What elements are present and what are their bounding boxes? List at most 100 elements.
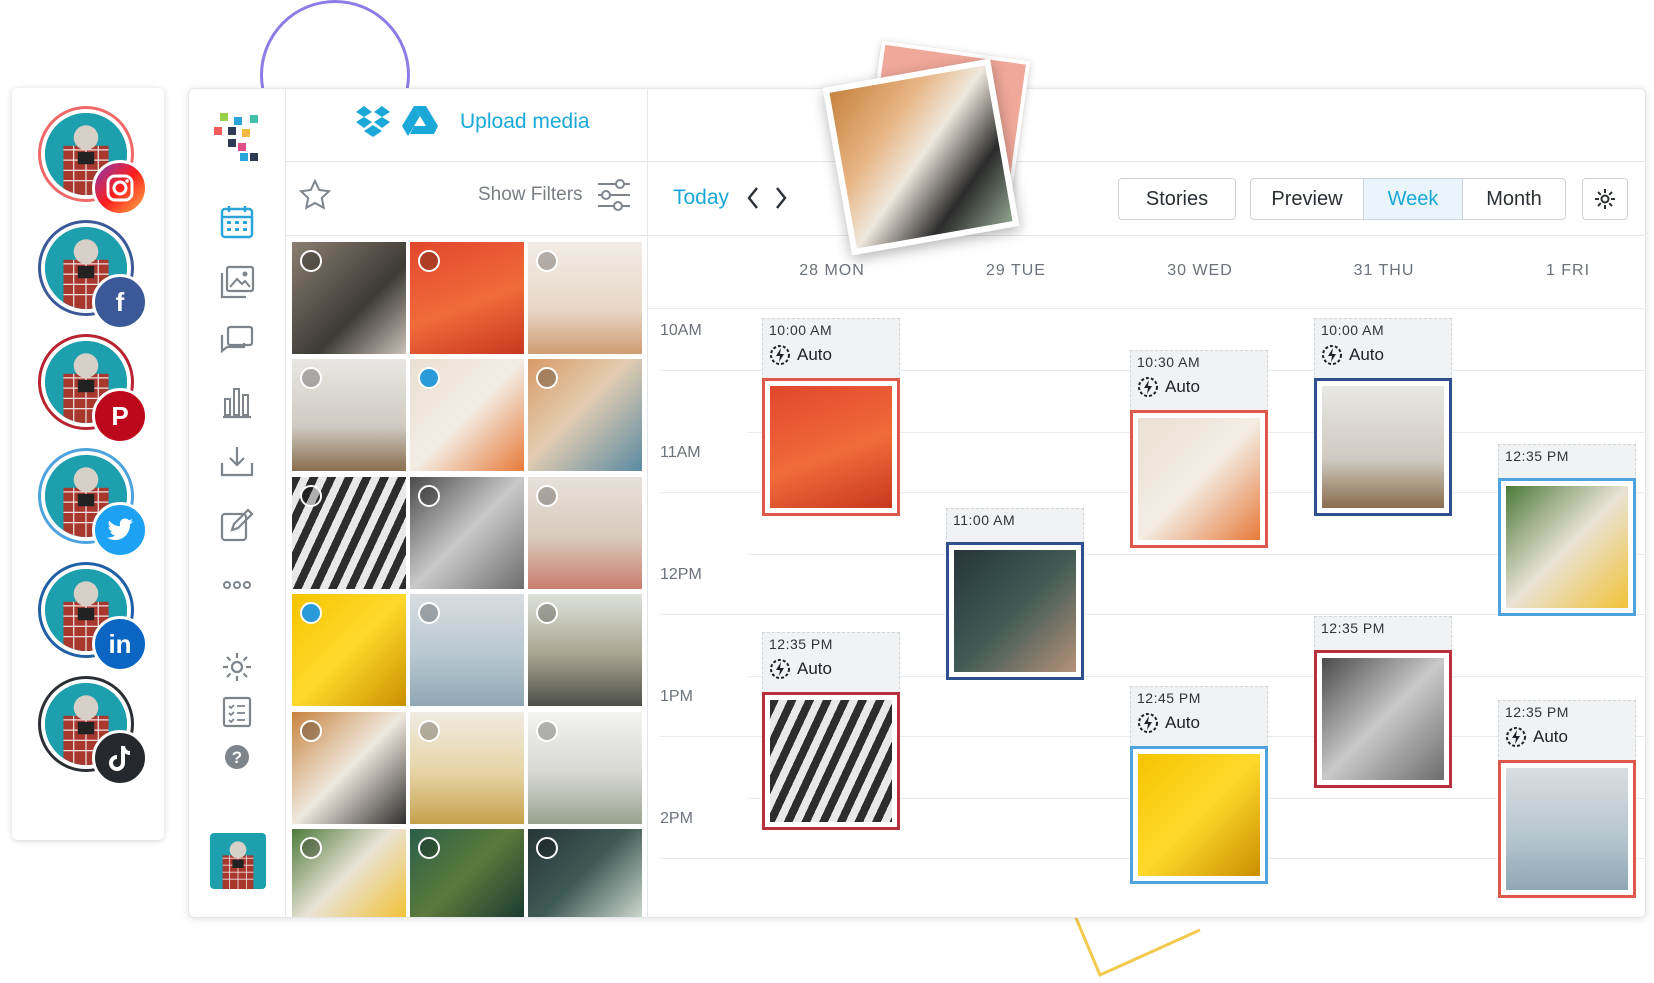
chevron-left-icon[interactable] [746,186,760,210]
media-thumbnail[interactable] [410,477,524,589]
user-avatar[interactable] [210,833,266,889]
scheduled-slot[interactable]: 12:35 PM Auto [1498,700,1636,762]
media-thumbnail[interactable] [528,594,642,706]
select-checkbox[interactable] [300,485,322,507]
dropbox-icon[interactable] [354,104,392,138]
post-image [1138,418,1260,540]
account-instagram[interactable] [38,106,148,216]
scheduled-post[interactable] [1498,478,1636,616]
select-checkbox[interactable] [536,720,558,742]
auto-publish-icon [1506,727,1526,747]
select-checkbox[interactable] [418,485,440,507]
auto-label: Auto [797,659,832,678]
analytics-icon[interactable] [218,383,256,421]
scheduled-post[interactable] [762,692,900,830]
media-library-icon[interactable] [218,263,256,301]
hour-label: 10AM [660,322,702,339]
media-thumbnail[interactable] [528,477,642,589]
calendar-settings-button[interactable] [1582,178,1628,220]
select-checkbox[interactable] [300,837,322,859]
scheduled-slot[interactable]: 10:00 AM Auto [1314,318,1452,380]
select-checkbox[interactable] [418,837,440,859]
auto-publish-icon [770,345,790,365]
scheduled-post[interactable] [1130,410,1268,548]
post-time: 12:35 PM [1321,620,1385,636]
media-thumbnail[interactable] [292,242,406,354]
upload-media-button[interactable]: Upload media [460,110,590,134]
media-thumbnail[interactable] [292,594,406,706]
star-icon[interactable] [298,178,332,212]
instagram-icon [92,160,148,216]
select-checkbox[interactable] [418,720,440,742]
scheduled-slot[interactable]: 12:35 PM [1498,444,1636,480]
account-tiktok[interactable] [38,676,148,786]
select-checkbox[interactable] [418,250,440,272]
scheduled-post[interactable] [1498,760,1636,898]
auto-label: Auto [797,345,832,364]
account-pinterest[interactable]: P [38,334,148,444]
google-drive-icon[interactable] [402,104,438,136]
media-thumbnail[interactable] [292,712,406,824]
account-facebook[interactable]: f [38,220,148,330]
media-thumbnail[interactable] [292,829,406,917]
select-checkbox[interactable] [536,837,558,859]
scheduled-slot[interactable]: 12:35 PM [1314,616,1452,652]
media-thumbnail[interactable] [528,359,642,471]
select-checkbox[interactable] [536,250,558,272]
chevron-right-icon[interactable] [774,186,788,210]
media-thumbnail[interactable] [410,242,524,354]
scheduled-post[interactable] [946,542,1084,680]
scheduled-slot[interactable]: 11:00 AM [946,508,1084,544]
help-icon[interactable]: ? [218,738,256,776]
calendar-icon[interactable] [218,203,256,241]
media-thumbnail[interactable] [410,712,524,824]
auto-publish-icon [770,659,790,679]
scheduled-post[interactable] [1130,746,1268,884]
scheduled-slot[interactable]: 10:30 AM Auto [1130,350,1268,412]
settings-icon[interactable] [218,648,256,686]
more-icon[interactable] [218,566,256,604]
select-checkbox[interactable] [300,602,322,624]
show-filters-button[interactable]: Show Filters [478,184,583,206]
dragged-media-card[interactable] [822,40,1031,256]
scheduled-post[interactable] [762,378,900,516]
media-thumbnail[interactable] [410,359,524,471]
conversations-icon[interactable] [218,323,256,361]
media-thumbnail[interactable] [528,712,642,824]
media-thumbnail[interactable] [410,594,524,706]
media-thumbnail[interactable] [410,829,524,917]
select-checkbox[interactable] [418,367,440,389]
scheduled-slot[interactable]: 12:45 PM Auto [1130,686,1268,748]
select-checkbox[interactable] [536,485,558,507]
media-thumbnail[interactable] [292,359,406,471]
media-thumbnail[interactable] [292,477,406,589]
preview-button[interactable]: Preview [1250,178,1364,220]
edit-post-icon[interactable] [218,506,256,544]
week-view-button[interactable]: Week [1363,178,1463,220]
checklist-icon[interactable] [218,693,256,731]
select-checkbox[interactable] [418,602,440,624]
select-checkbox[interactable] [536,367,558,389]
download-inbox-icon[interactable] [218,443,256,481]
post-image [954,550,1076,672]
filter-sliders-icon[interactable] [596,178,632,212]
sidebar: ? [188,88,286,918]
month-view-button[interactable]: Month [1462,178,1566,220]
media-thumbnail[interactable] [528,829,642,917]
scheduled-post[interactable] [1314,650,1452,788]
filter-bar [286,162,648,236]
tiktok-icon [92,730,148,786]
today-button[interactable]: Today [673,186,729,210]
select-checkbox[interactable] [300,720,322,742]
select-checkbox[interactable] [300,367,322,389]
media-thumbnail[interactable] [528,242,642,354]
pinterest-icon: P [92,388,148,444]
scheduled-post[interactable] [1314,378,1452,516]
scheduled-slot[interactable]: 12:35 PM Auto [762,632,900,694]
stories-button[interactable]: Stories [1118,178,1236,220]
account-twitter[interactable] [38,448,148,558]
scheduled-slot[interactable]: 10:00 AM Auto [762,318,900,380]
select-checkbox[interactable] [536,602,558,624]
select-checkbox[interactable] [300,250,322,272]
account-linkedin[interactable]: in [38,562,148,672]
